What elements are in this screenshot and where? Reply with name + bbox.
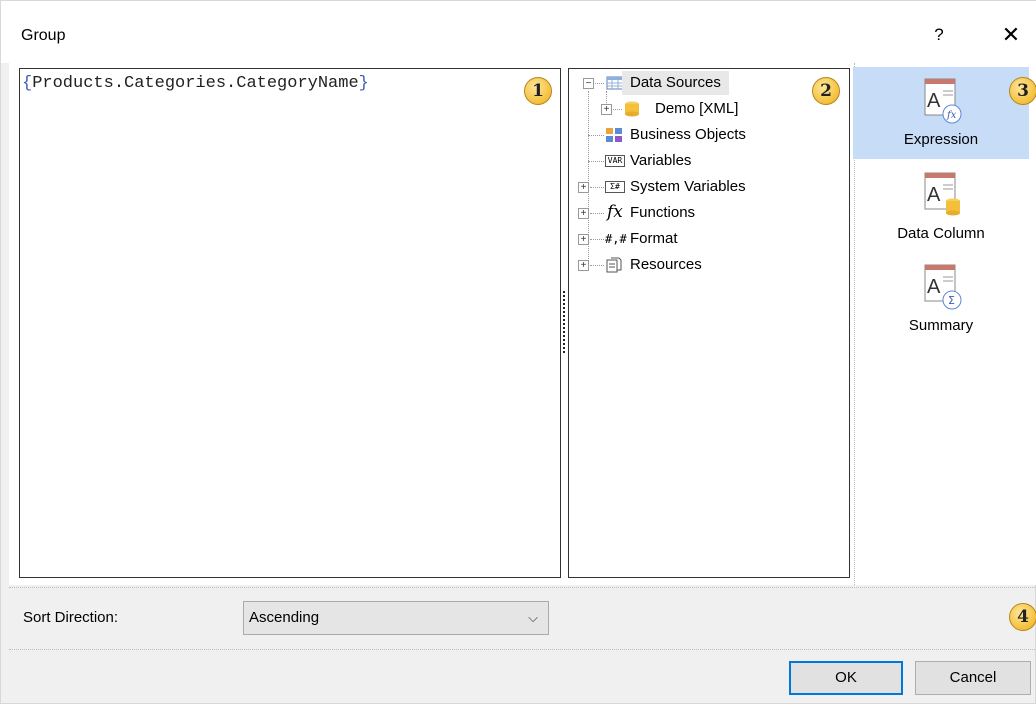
tree-guide <box>588 161 604 162</box>
expression-icon: A fx <box>924 78 962 124</box>
svg-text:A: A <box>927 276 941 298</box>
svg-text:A: A <box>927 90 941 112</box>
tree-guide <box>590 213 604 214</box>
data-column-icon: A <box>924 172 960 216</box>
tree-item-label: Resources <box>630 256 702 273</box>
sort-direction-label: Sort Direction: <box>23 609 119 626</box>
expression-editor[interactable]: {Products.Categories.CategoryName} 1 <box>19 68 561 578</box>
tree-item-label: Demo [XML] <box>655 100 739 117</box>
resources-icon <box>606 257 622 273</box>
tree-item-label: Data Sources <box>622 71 729 95</box>
chevron-down-icon: ⌵ <box>528 610 538 625</box>
function-icon: fx <box>607 202 623 222</box>
side-item-label: Summary <box>908 317 974 334</box>
tree-item-format[interactable]: + #,# Format <box>569 227 851 251</box>
expression-text: {Products.Categories.CategoryName} <box>22 74 369 93</box>
tree-item-demo-xml[interactable]: + Demo [XML] <box>569 97 851 121</box>
expand-icon[interactable]: + <box>578 234 589 245</box>
expand-icon[interactable]: + <box>578 208 589 219</box>
side-item-label: Expression <box>903 131 979 148</box>
tree-item-resources[interactable]: + Resources <box>569 253 851 277</box>
side-item-summary[interactable]: A Σ Summary <box>853 253 1029 345</box>
group-dialog: Group ? ✕ {Products.Categories.CategoryN… <box>0 0 1036 704</box>
divider <box>9 649 1036 650</box>
tree-item-data-sources[interactable]: − Data Sources <box>569 71 851 95</box>
expand-icon[interactable]: + <box>578 182 589 193</box>
expression-value: Products.Categories.CategoryName <box>32 74 359 93</box>
tree-item-business-objects[interactable]: Business Objects <box>569 123 851 147</box>
tree-item-label: Business Objects <box>630 126 746 143</box>
help-button[interactable]: ? <box>921 19 957 51</box>
tree-guide <box>590 239 604 240</box>
variables-icon: VAR <box>605 155 625 167</box>
tree-guide <box>613 109 622 110</box>
tree-item-system-variables[interactable]: + Σ# System Variables <box>569 175 851 199</box>
divider <box>9 587 1036 588</box>
expand-icon[interactable]: + <box>578 260 589 271</box>
data-tree[interactable]: − Data Sources + Demo [XML] Business Obj… <box>568 68 850 578</box>
sort-direction-select[interactable]: Ascending ⌵ <box>243 601 549 635</box>
tree-item-label: System Variables <box>630 178 746 195</box>
expand-icon[interactable]: + <box>601 104 612 115</box>
dialog-title: Group <box>21 27 66 44</box>
tree-item-variables[interactable]: VAR Variables <box>569 149 851 173</box>
tree-item-label: Format <box>630 230 678 247</box>
collapse-icon[interactable]: − <box>583 78 594 89</box>
svg-text:fx: fx <box>946 110 957 121</box>
side-item-label: Data Column <box>897 225 985 242</box>
side-item-data-column[interactable]: A Data Column <box>853 161 1029 253</box>
close-brace: } <box>358 74 369 93</box>
tree-guide <box>595 83 604 84</box>
system-variables-icon: Σ# <box>605 181 625 193</box>
tree-item-label: Variables <box>630 152 692 169</box>
svg-text:A: A <box>927 184 941 206</box>
tree-item-label: Functions <box>630 204 696 221</box>
cancel-button[interactable]: Cancel <box>915 661 1031 695</box>
database-icon <box>625 101 639 117</box>
splitter-handle[interactable] <box>563 291 567 353</box>
side-item-expression[interactable]: A fx Expression <box>853 67 1029 159</box>
badge-2: 2 <box>812 77 840 105</box>
sort-direction-value: Ascending <box>249 609 320 626</box>
badge-4: 4 <box>1009 603 1036 631</box>
ok-button[interactable]: OK <box>789 661 903 695</box>
open-brace: { <box>22 74 33 93</box>
tree-guide <box>588 135 604 136</box>
business-objects-icon <box>606 128 622 142</box>
format-icon: #,# <box>605 232 627 246</box>
badge-3: 3 <box>1009 77 1036 105</box>
tree-guide <box>590 265 604 266</box>
tree-guide <box>590 187 604 188</box>
svg-text:Σ: Σ <box>948 294 955 307</box>
badge-1: 1 <box>524 77 552 105</box>
title-bar: Group ? ✕ <box>1 1 1036 63</box>
summary-icon: A Σ <box>924 264 962 310</box>
tree-item-functions[interactable]: + fx Functions <box>569 201 851 225</box>
close-button[interactable]: ✕ <box>991 19 1031 51</box>
